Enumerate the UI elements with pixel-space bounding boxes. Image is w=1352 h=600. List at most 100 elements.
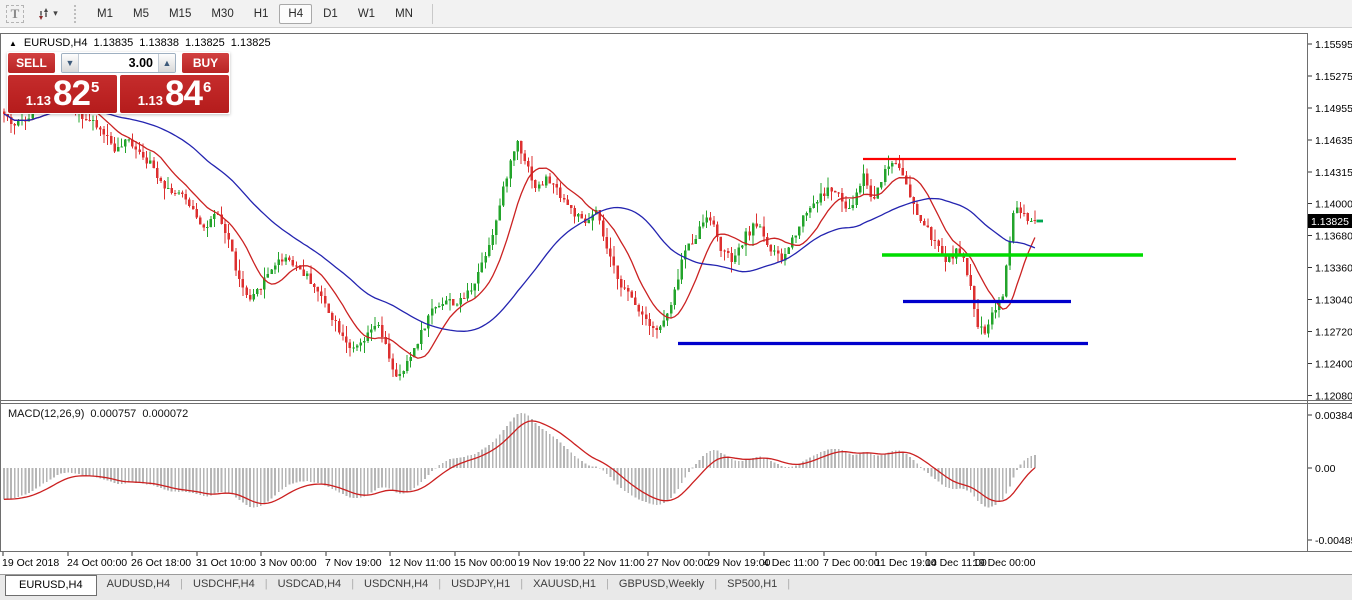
buy-button[interactable]: BUY bbox=[182, 53, 229, 73]
sell-price-big: 82 bbox=[53, 74, 91, 113]
ma-slow-line bbox=[3, 108, 1036, 332]
chart-tab-usdcad[interactable]: USDCAD,H4 bbox=[268, 575, 352, 594]
timeframe-button-m30[interactable]: M30 bbox=[202, 4, 242, 24]
time-tick-label: 19 Oct 2018 bbox=[2, 557, 59, 569]
price-tick-label: 1.12400 bbox=[1315, 358, 1352, 370]
time-axis: 19 Oct 2018 24 Oct 00:00 26 Oct 18:00 31 Oc… bbox=[2, 552, 1036, 569]
sell-price-sup: 5 bbox=[90, 78, 100, 96]
price-tick-label: 1.13680 bbox=[1315, 230, 1352, 242]
chart-tab-eurusd[interactable]: EURUSD,H4 bbox=[5, 575, 97, 596]
ohlc-high: 1.13838 bbox=[139, 37, 180, 49]
price-tick-label: 1.13040 bbox=[1315, 294, 1352, 306]
buy-price-sup: 6 bbox=[202, 78, 212, 96]
timeframe-button-w1[interactable]: W1 bbox=[349, 4, 384, 24]
chart-window: 1.15595 1.15275 1.14955 1.14635 1.14315 1.140… bbox=[0, 29, 1352, 575]
macd-name: MACD(12,26,9) bbox=[8, 408, 85, 420]
ohlc-close: 1.13825 bbox=[230, 37, 271, 49]
chart-tab-sp500[interactable]: SP500,H1 bbox=[717, 575, 787, 594]
chart-tab-bar: EURUSD,H4 AUDUSD,H4 | USDCHF,H4 | USDCAD,H4 | U… bbox=[0, 574, 1352, 600]
chevron-down-icon: ▾ bbox=[53, 8, 58, 18]
timeframe-button-h1[interactable]: H1 bbox=[245, 4, 278, 24]
macd-axis: 0.003847 0.00 -0.004856 bbox=[1308, 410, 1352, 547]
macd-tick-label: 0.003847 bbox=[1315, 410, 1352, 422]
macd-tick-label: -0.004856 bbox=[1315, 535, 1352, 547]
toolbar-separator bbox=[431, 3, 433, 24]
double-arrow-icon bbox=[39, 7, 49, 20]
volume-stepper: ▼ ▲ bbox=[61, 53, 176, 73]
caret-down-icon: ▼ bbox=[65, 58, 75, 68]
sell-price-prefix: 1.13 bbox=[25, 92, 52, 108]
time-tick-label: 27 Nov 00:00 bbox=[647, 557, 710, 569]
timeframe-button-d1[interactable]: D1 bbox=[314, 4, 347, 24]
timeframe-button-mn[interactable]: MN bbox=[386, 4, 422, 24]
macd-signal-value: 0.000072 bbox=[142, 408, 189, 420]
price-axis: 1.15595 1.15275 1.14955 1.14635 1.14315 1.140… bbox=[1308, 39, 1352, 402]
symbol-period-label: EURUSD,H4 bbox=[23, 37, 88, 49]
buy-price-display[interactable]: 1.13 84 6 bbox=[120, 75, 229, 113]
candlestick-series bbox=[2, 84, 1037, 381]
collapse-arrow-icon[interactable]: ▲ bbox=[9, 39, 17, 48]
ohlc-open: 1.13835 bbox=[93, 37, 134, 49]
ohlc-low: 1.13825 bbox=[185, 37, 225, 49]
price-tick-label: 1.14315 bbox=[1315, 167, 1352, 179]
macd-main-value: 0.000757 bbox=[90, 408, 137, 420]
current-price-label: 1.13825 bbox=[1311, 216, 1349, 228]
timeframe-button-group: M1 M5 M15 M30 H1 H4 D1 W1 MN bbox=[87, 3, 423, 24]
timeframe-button-m5[interactable]: M5 bbox=[124, 4, 158, 24]
macd-signal-line bbox=[3, 420, 1036, 505]
price-tick-label: 1.15595 bbox=[1315, 39, 1352, 51]
time-tick-label: 15 Nov 00:00 bbox=[454, 557, 517, 569]
time-tick-label: 26 Oct 18:00 bbox=[131, 557, 191, 569]
chart-title: ▲ EURUSD,H4 1.13835 1.13838 1.13825 1.13… bbox=[9, 37, 271, 49]
price-tick-label: 1.12080 bbox=[1315, 390, 1352, 402]
price-tick-label: 1.14000 bbox=[1315, 198, 1352, 210]
time-tick-label: 22 Nov 11:00 bbox=[583, 557, 645, 569]
chart-tab-xauusd[interactable]: XAUUSD,H1 bbox=[523, 575, 606, 594]
one-click-trading-panel: SELL ▼ ▲ BUY 1.13 82 5 1.13 84 6 bbox=[7, 52, 230, 114]
chart-tab-audusd[interactable]: AUDUSD,H4 bbox=[97, 575, 181, 594]
last-price-marker bbox=[1036, 219, 1043, 223]
time-tick-label: 12 Nov 11:00 bbox=[389, 557, 451, 569]
time-tick-label: 19 Nov 19:00 bbox=[518, 557, 581, 569]
chart-tab-usdjpy[interactable]: USDJPY,H1 bbox=[441, 575, 520, 594]
timeframe-button-m15[interactable]: M15 bbox=[160, 4, 200, 24]
arrange-windows-button[interactable]: ▾ bbox=[30, 3, 64, 25]
volume-input[interactable] bbox=[79, 54, 158, 72]
time-tick-label: 7 Nov 19:00 bbox=[325, 557, 382, 569]
price-tick-label: 1.12720 bbox=[1315, 326, 1352, 338]
macd-tick-label: 0.00 bbox=[1315, 463, 1336, 475]
sell-button[interactable]: SELL bbox=[8, 53, 55, 73]
moving-average-lines bbox=[3, 99, 1036, 359]
tab-separator: | bbox=[787, 578, 791, 590]
top-toolbar: T ▾ M1 M5 M15 M30 H1 H4 D1 W1 MN bbox=[0, 0, 1352, 28]
caret-up-icon: ▲ bbox=[162, 58, 172, 68]
toolbar-grip bbox=[74, 4, 78, 23]
mt4-terminal: { "toolbar": { "text_tool_label": "T", "… bbox=[0, 0, 1352, 600]
time-tick-label: 3 Nov 00:00 bbox=[260, 557, 317, 569]
buy-price-prefix: 1.13 bbox=[137, 92, 164, 108]
time-tick-label: 31 Oct 10:00 bbox=[196, 557, 256, 569]
time-tick-label: 29 Nov 19:00 bbox=[708, 557, 771, 569]
text-label-tool-button[interactable]: T bbox=[4, 3, 26, 25]
volume-increase-button[interactable]: ▲ bbox=[158, 54, 175, 72]
price-tick-label: 1.14955 bbox=[1315, 103, 1352, 115]
text-tool-icon: T bbox=[6, 4, 24, 23]
timeframe-button-m1[interactable]: M1 bbox=[88, 4, 122, 24]
chart-tab-gbpusd[interactable]: GBPUSD,Weekly bbox=[609, 575, 714, 594]
price-tick-label: 1.14635 bbox=[1315, 135, 1352, 147]
time-tick-label: 19 Dec 00:00 bbox=[973, 557, 1036, 569]
chart-tab-usdcnh[interactable]: USDCNH,H4 bbox=[354, 575, 438, 594]
chart-tab-usdchf[interactable]: USDCHF,H4 bbox=[183, 575, 265, 594]
volume-decrease-button[interactable]: ▼ bbox=[62, 54, 79, 72]
time-tick-label: 7 Dec 00:00 bbox=[823, 557, 880, 569]
price-tick-label: 1.13360 bbox=[1315, 262, 1352, 274]
time-tick-label: 24 Oct 00:00 bbox=[67, 557, 127, 569]
macd-indicator-label: MACD(12,26,9) 0.000757 0.000072 bbox=[8, 408, 188, 420]
macd-signal bbox=[3, 420, 1036, 505]
sell-price-display[interactable]: 1.13 82 5 bbox=[8, 75, 117, 113]
buy-price-big: 84 bbox=[165, 74, 203, 113]
time-tick-label: 4 Dec 11:00 bbox=[763, 557, 819, 569]
ma-fast-line bbox=[3, 99, 1036, 359]
price-tick-label: 1.15275 bbox=[1315, 71, 1352, 83]
timeframe-button-h4[interactable]: H4 bbox=[279, 3, 313, 24]
